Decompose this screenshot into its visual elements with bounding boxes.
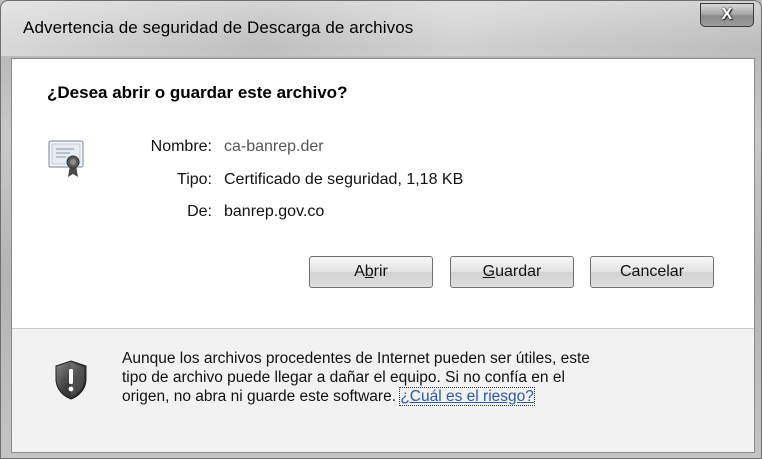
open-button-label: Abrir — [354, 263, 388, 280]
dialog-question: ¿Desea abrir o guardar este archivo? — [47, 83, 348, 102]
save-button[interactable]: Guardar — [450, 256, 574, 288]
warning-panel: Aunque los archivos procedentes de Inter… — [12, 329, 754, 452]
close-icon: X — [721, 6, 733, 23]
name-value: ca-banrep.der — [224, 138, 324, 155]
warning-line-2: tipo de archivo puede llegar a dañar el … — [122, 369, 565, 386]
warning-text: Aunque los archivos procedentes de Inter… — [122, 349, 642, 406]
name-label: Nombre: — [150, 138, 212, 155]
dialog-window: Advertencia de seguridad de Descarga de … — [0, 0, 762, 459]
warning-line-3: origen, no abra ni guarde este software. — [122, 388, 397, 405]
dialog-body: ¿Desea abrir o guardar este archivo? Nom… — [11, 58, 755, 453]
window-title: Advertencia de seguridad de Descarga de … — [23, 18, 414, 37]
type-label: Tipo: — [177, 171, 212, 188]
risk-link[interactable]: ¿Cuál es el riesgo? — [399, 387, 535, 406]
type-value: Certificado de seguridad, 1,18 KB — [224, 171, 464, 188]
from-label: De: — [187, 203, 212, 220]
shield-warning-icon — [54, 359, 88, 406]
from-value: banrep.gov.co — [224, 203, 325, 220]
open-button[interactable]: Abrir — [309, 256, 433, 288]
save-button-label: Guardar — [482, 263, 542, 280]
warning-line-1: Aunque los archivos procedentes de Inter… — [122, 350, 590, 367]
close-button[interactable]: X — [700, 3, 754, 27]
cancel-button[interactable]: Cancelar — [590, 256, 714, 288]
